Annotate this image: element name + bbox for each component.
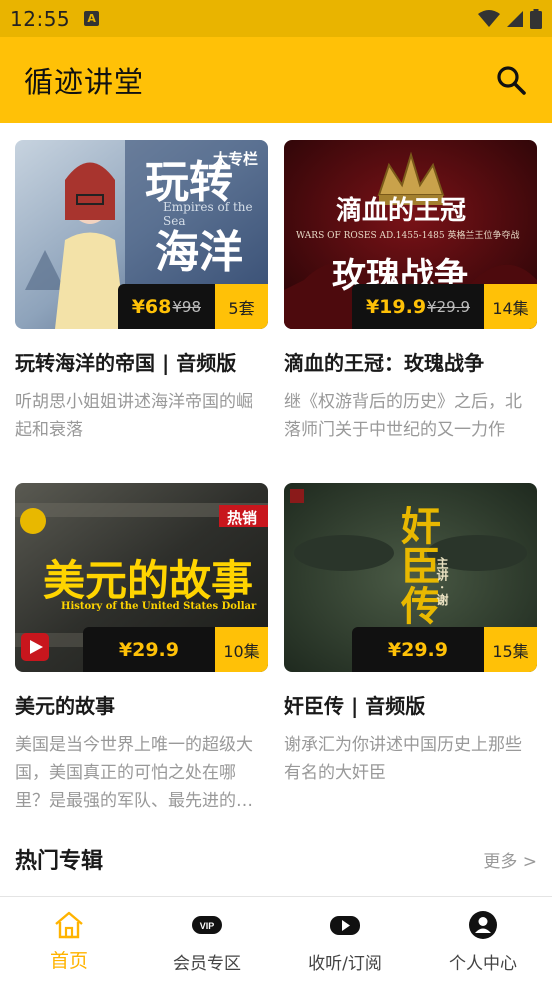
- episode-count: 15集: [484, 627, 537, 672]
- price: ¥29.9: [351, 627, 484, 672]
- section-header: 热门专辑 更多 >: [15, 843, 537, 875]
- status-bar: 12:55 A: [0, 0, 552, 37]
- course-card[interactable]: 大专栏 玩转 Empires of the Sea 海洋 ¥68 ¥98 5套 玩…: [15, 140, 268, 444]
- cover-subtitle: 主讲 · 谢: [435, 557, 449, 606]
- app-title: 循迹讲堂: [24, 65, 145, 99]
- section-title: 热门专辑: [15, 849, 104, 874]
- nav-home[interactable]: 首页: [0, 897, 138, 983]
- course-desc: 谢承汇为你讲述中国历史上那些有名的大奸臣: [284, 735, 522, 783]
- price: ¥19.9 ¥29.9: [351, 284, 484, 329]
- battery-icon: [530, 8, 542, 29]
- course-card[interactable]: 滴血的王冠 WARS OF ROSES AD.1455-1485 英格兰王位争夺…: [284, 140, 537, 444]
- cover-title-line2: 海洋: [155, 227, 243, 278]
- course-cover[interactable]: 奸臣传 主讲 · 谢 ¥29.9 15集: [284, 483, 537, 672]
- signal-icon: [507, 10, 523, 27]
- nav-label: 收听/订阅: [308, 954, 382, 974]
- play-icon: [329, 909, 361, 941]
- status-time: 12:55: [10, 6, 71, 31]
- course-card[interactable]: 热销 美元的故事 History of the United States Do…: [15, 483, 268, 815]
- course-cover[interactable]: 大专栏 玩转 Empires of the Sea 海洋 ¥68 ¥98 5套: [15, 140, 268, 329]
- nav-label: 首页: [49, 950, 88, 972]
- cover-title-line1: 滴血的王冠: [336, 196, 467, 226]
- home-icon: [53, 909, 85, 941]
- notification-icon: A: [84, 11, 100, 26]
- vip-icon: VIP: [191, 909, 223, 941]
- episode-count: 14集: [484, 284, 537, 329]
- nav-vip[interactable]: VIP 会员专区: [138, 897, 276, 983]
- price: ¥29.9: [82, 627, 215, 672]
- course-title[interactable]: 滴血的王冠：玫瑰战争: [284, 347, 537, 376]
- original-price: ¥29.9: [427, 297, 470, 316]
- episode-count: 10集: [215, 627, 268, 672]
- episode-count: 5套: [215, 284, 268, 329]
- user-icon: [467, 909, 499, 941]
- course-desc: 听胡思小姐姐讲述海洋帝国的崛起和衰落: [15, 392, 253, 440]
- cover-tag: 热销: [227, 509, 258, 527]
- course-card[interactable]: 奸臣传 主讲 · 谢 ¥29.9 15集 奸臣传 | 音频版 谢承汇为你讲述中国…: [284, 483, 537, 787]
- search-button[interactable]: [494, 63, 528, 97]
- search-icon: [497, 66, 526, 95]
- course-cover[interactable]: 滴血的王冠 WARS OF ROSES AD.1455-1485 英格兰王位争夺…: [284, 140, 537, 329]
- more-link[interactable]: 更多 >: [483, 847, 537, 872]
- course-desc: 美国是当今世界上唯一的超级大国，美国真正的可怕之处在哪里？是最强的军队、最先进的…: [15, 735, 253, 811]
- nav-profile[interactable]: 个人中心: [414, 897, 552, 983]
- cover-title-line1: 美元的故事: [43, 556, 254, 605]
- course-title[interactable]: 奸臣传 | 音频版: [284, 690, 537, 719]
- price-box: ¥68 ¥98 5套: [117, 284, 268, 329]
- original-price: ¥98: [172, 297, 201, 316]
- course-desc: 继《权游背后的历史》之后，北落师门关于中世纪的又一力作: [284, 392, 522, 440]
- course-title[interactable]: 玩转海洋的帝国 | 音频版: [15, 347, 268, 376]
- course-title[interactable]: 美元的故事: [15, 690, 268, 719]
- app-bar: 循迹讲堂: [0, 37, 552, 123]
- nav-label: 会员专区: [173, 954, 241, 974]
- cover-subtitle: History of the United States Dollar: [61, 601, 257, 612]
- course-cover[interactable]: 热销 美元的故事 History of the United States Do…: [15, 483, 268, 672]
- wifi-icon: [478, 9, 500, 27]
- status-indicators: [478, 8, 542, 29]
- svg-text:VIP: VIP: [200, 921, 215, 931]
- price-box: ¥19.9 ¥29.9 14集: [351, 284, 537, 329]
- price-box: ¥29.9 10集: [82, 627, 268, 672]
- cover-subtitle: WARS OF ROSES AD.1455-1485 英格兰王位争夺战: [296, 231, 520, 241]
- nav-label: 个人中心: [449, 954, 517, 974]
- price: ¥68 ¥98: [117, 284, 215, 329]
- bottom-nav: 首页 VIP 会员专区 收听/订阅 个人中心: [0, 896, 552, 983]
- price-box: ¥29.9 15集: [351, 627, 537, 672]
- nav-listen[interactable]: 收听/订阅: [276, 897, 414, 983]
